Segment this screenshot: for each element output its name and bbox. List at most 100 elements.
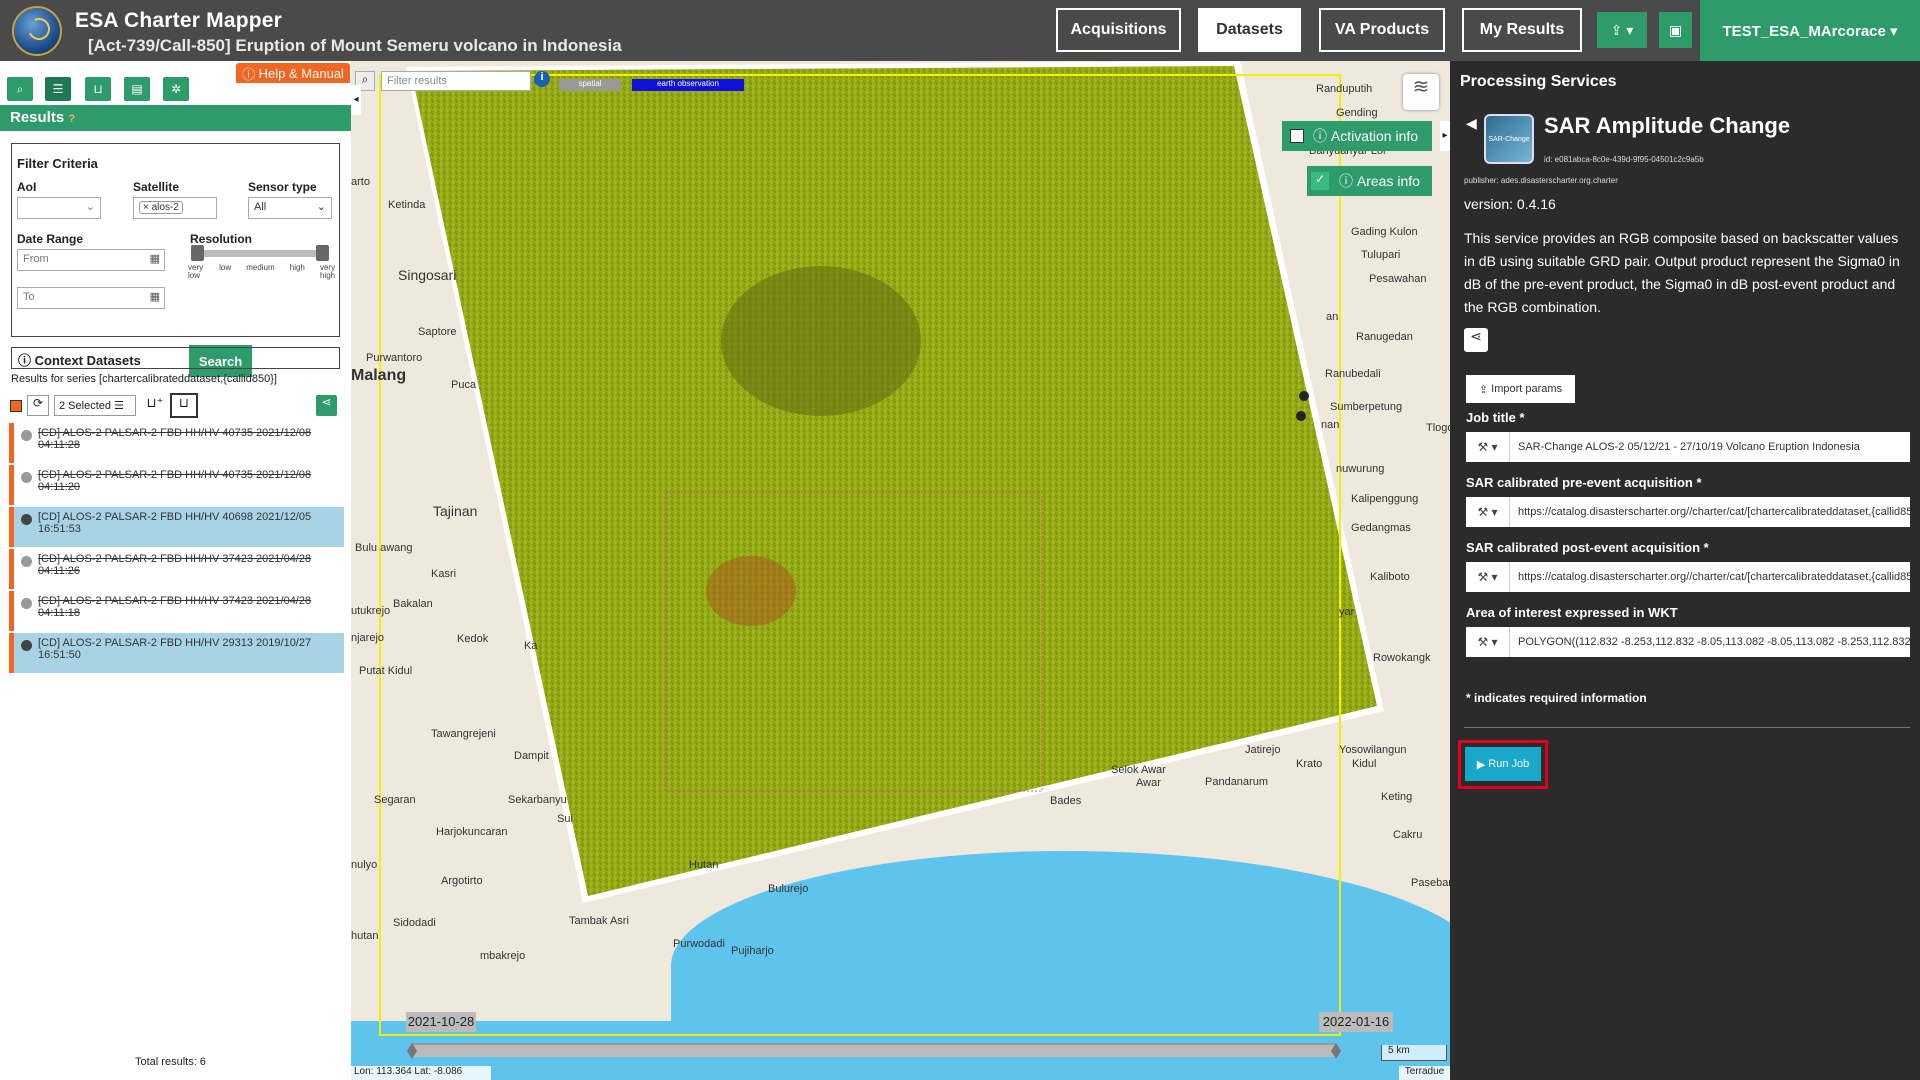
select-all-checkbox[interactable] [10, 400, 22, 412]
job-title-input[interactable]: ⚒ ▾ SAR-Change ALOS-2 05/12/21 - 27/10/19… [1466, 432, 1910, 462]
pre-event-label: SAR calibrated pre-event acquisition * [1466, 475, 1702, 490]
back-arrow-icon[interactable]: ◀ [1466, 115, 1477, 132]
share-icon[interactable]: ⋖ [1464, 328, 1488, 352]
place-label: Ketinda [388, 199, 426, 211]
timeline-end-label: 2022-01-16 [1319, 1012, 1393, 1032]
filter-results-input[interactable]: Filter results [381, 71, 531, 91]
refresh-icon[interactable]: ⟳ [27, 395, 49, 416]
sensor-type-value: All [254, 201, 267, 213]
dataset-item-selected[interactable]: [CD] ALOS-2 PALSAR-2 FBD HH/HV 40698 202… [9, 507, 344, 547]
activation-info-toggle[interactable]: ⓘ Activation info [1282, 121, 1432, 151]
service-id: id: e081abca-8c0e-439d-9f95-04501c2c9a5b [1544, 155, 1704, 164]
map-attribution[interactable]: Terradue [1399, 1066, 1450, 1080]
check-icon[interactable]: ✓ [1311, 172, 1329, 190]
satellite-input[interactable]: × alos-2 [133, 197, 217, 219]
map-marker[interactable] [1296, 411, 1306, 421]
dataset-item[interactable]: [CD] ALOS-2 PALSAR-2 FBD HH/HV 40735 202… [9, 423, 344, 463]
place-label: Kalipenggung [1351, 493, 1419, 505]
filter-criteria-box: Filter Criteria AoI ⌄ Satellite × alos-2… [11, 143, 340, 377]
satellite-label: Satellite [133, 180, 180, 194]
upload-dropdown-button[interactable]: ⇪ ▾ [1597, 12, 1647, 48]
context-datasets-header: ⓘ Context Datasets [11, 347, 340, 369]
selected-count: 2 Selected [59, 400, 111, 412]
sensor-type-select[interactable]: All ⌄ [248, 197, 332, 219]
calendar-icon[interactable]: ▦ [150, 252, 160, 265]
place-label: Randuputih [1316, 83, 1373, 95]
place-label: Krato [1296, 758, 1323, 770]
filter-title: Filter Criteria [17, 156, 98, 171]
briefcase-button[interactable]: ▣ [1659, 12, 1692, 48]
settings-icon[interactable]: ✲ [163, 77, 189, 101]
satellite-tag[interactable]: × alos-2 [139, 201, 183, 214]
collapse-right-icon[interactable]: ▸ [1440, 121, 1450, 151]
service-version: version: 0.4.16 [1464, 196, 1556, 212]
resolution-max-handle[interactable] [316, 245, 329, 261]
place-label: Tajinan [433, 503, 478, 519]
share-icon[interactable]: ⋖ [316, 395, 337, 416]
job-title-label: Job title * [1466, 410, 1525, 425]
import-params-button[interactable]: ⇪ Import params [1466, 375, 1575, 403]
aoi-wkt-value: POLYGON((112.832 -8.253,112.832 -8.05,11… [1518, 636, 1910, 648]
pre-event-input[interactable]: ⚒ ▾ https://catalog.disasterscharter.org/… [1466, 497, 1910, 527]
info-icon[interactable]: i [534, 71, 550, 87]
crater-tengger [721, 266, 921, 416]
nav-acquisitions[interactable]: Acquisitions [1056, 8, 1181, 52]
help-manual-button[interactable]: ⓘ Help & Manual [236, 63, 350, 83]
dataset-item[interactable]: [CD] ALOS-2 PALSAR-2 FBD HH/HV 40735 202… [9, 465, 344, 505]
place-label: Ranubedali [1325, 368, 1381, 380]
basket-add-selected-icon[interactable]: ⊔ [170, 393, 198, 418]
selected-dropdown[interactable]: 2 Selected ☰ [54, 395, 136, 416]
areas-info-toggle[interactable]: ✓ ⓘ Areas info [1307, 166, 1432, 196]
place-label: Yosowilangun [1339, 744, 1407, 756]
list-icon[interactable]: ☰ [45, 77, 71, 101]
dataset-item-selected[interactable]: [CD] ALOS-2 PALSAR-2 FBD HH/HV 29313 201… [9, 633, 344, 673]
aoi-select[interactable]: ⌄ [17, 197, 101, 219]
place-label: mbakrejo [480, 950, 526, 962]
resolution-slider[interactable] [191, 245, 329, 261]
job-title-value: SAR-Change ALOS-2 05/12/21 - 27/10/19 Vo… [1518, 441, 1860, 453]
resolution-min-handle[interactable] [191, 245, 204, 261]
aoi-label: AoI [17, 180, 37, 194]
timeline-slider[interactable] [411, 1043, 1335, 1057]
user-menu[interactable]: TEST_ESA_MArcorace ▾ [1700, 0, 1920, 61]
map-view[interactable]: Randuputih Gending Banyuanyar Lor Gading Ku… [351, 61, 1450, 1080]
dataset-item[interactable]: [CD] ALOS-2 PALSAR-2 FBD HH/HV 37423 202… [9, 591, 344, 631]
map-marker[interactable] [1299, 391, 1309, 401]
magic-wand-icon[interactable]: ⚒ ▾ [1466, 627, 1510, 657]
magic-wand-icon[interactable]: ⚒ ▾ [1466, 562, 1510, 592]
spatial-tag[interactable]: spatial [559, 79, 621, 91]
series-label: Results for series [chartercalibrateddat… [11, 373, 277, 385]
date-from-input[interactable]: From ▦ [17, 249, 165, 271]
add-to-basket-icon[interactable]: ⊔⁺ [143, 395, 167, 416]
activation-info-checkbox[interactable] [1290, 129, 1304, 143]
archive-icon[interactable]: ▤ [124, 77, 150, 101]
res-tick: high [289, 263, 305, 272]
place-label: Sumberpetung [1330, 401, 1403, 413]
nav-datasets[interactable]: Datasets [1198, 8, 1301, 52]
magic-wand-icon[interactable]: ⚒ ▾ [1466, 432, 1510, 462]
magic-wand-icon[interactable]: ⚒ ▾ [1466, 497, 1510, 527]
nav-va-products[interactable]: VA Products [1319, 8, 1445, 52]
layers-icon[interactable]: ≋ [1403, 74, 1439, 110]
help-circle-icon[interactable]: ? [68, 113, 75, 125]
res-tick: very high [319, 263, 336, 280]
briefcase-icon: ▣ [1668, 21, 1683, 38]
nav-my-results[interactable]: My Results [1462, 8, 1582, 52]
dataset-item[interactable]: [CD] ALOS-2 PALSAR-2 FBD HH/HV 37423 202… [9, 549, 344, 589]
esa-charter-logo[interactable] [12, 6, 62, 56]
aoi-wkt-input[interactable]: ⚒ ▾ POLYGON((112.832 -8.253,112.832 -8.05… [1466, 627, 1910, 657]
date-to-input[interactable]: To ▦ [17, 287, 165, 309]
aoi-wkt-label: Area of interest expressed in WKT [1466, 605, 1678, 620]
run-job-button[interactable]: ▶ Run Job [1465, 747, 1541, 781]
post-event-value: https://catalog.disasterscharter.org//ch… [1518, 571, 1910, 583]
place-label: Tambak Asri [569, 915, 629, 927]
calendar-icon[interactable]: ▦ [150, 290, 160, 303]
collapse-left-icon[interactable]: ◂ [351, 85, 361, 115]
earth-observation-tag[interactable]: earth observation [632, 79, 744, 91]
search-icon[interactable]: ⌕ [7, 77, 33, 101]
service-name: SAR Amplitude Change [1544, 113, 1791, 138]
post-event-input[interactable]: ⚒ ▾ https://catalog.disasterscharter.org/… [1466, 562, 1910, 592]
run-job-label: Run Job [1488, 758, 1530, 770]
place-label: Gading Kulon [1351, 226, 1418, 238]
basket-icon[interactable]: ⊔ [85, 77, 111, 101]
